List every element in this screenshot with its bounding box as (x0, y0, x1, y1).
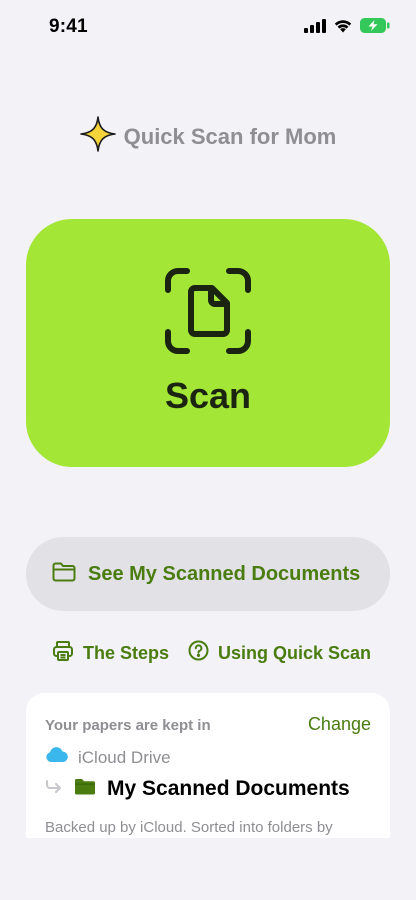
folder-icon (52, 562, 76, 587)
the-steps-link[interactable]: The Steps (52, 640, 169, 667)
folder-name: My Scanned Documents (107, 777, 350, 800)
folder-row: My Scanned Documents (45, 777, 350, 801)
folder-filled-icon (75, 778, 95, 800)
change-location-button[interactable]: Change (308, 714, 371, 735)
see-documents-button[interactable]: See My Scanned Documents (26, 537, 390, 611)
provider-row: iCloud Drive (45, 747, 171, 768)
see-documents-label: See My Scanned Documents (88, 562, 361, 585)
screen: 9:41 Quick Scan for Mom Scan See My Scan… (0, 0, 416, 900)
app-title: Quick Scan for Mom (0, 116, 416, 157)
question-circle-icon (188, 640, 209, 666)
bottom-edge (0, 838, 416, 900)
wifi-icon (333, 18, 353, 33)
scan-button-label: Scan (164, 375, 252, 416)
battery-charging-icon (360, 18, 390, 33)
status-time: 9:41 (49, 16, 88, 37)
using-quick-scan-link[interactable]: Using Quick Scan (188, 640, 371, 666)
provider-name: iCloud Drive (78, 747, 171, 767)
storage-note: Backed up by iCloud. Sorted into folders… (45, 819, 333, 836)
the-steps-label: The Steps (83, 643, 170, 663)
using-quick-scan-label: Using Quick Scan (218, 642, 372, 663)
status-bar: 9:41 (0, 0, 416, 54)
sparkle-icon (79, 116, 116, 157)
scan-button[interactable]: Scan (26, 219, 390, 467)
cellular-signal-icon (304, 18, 326, 33)
help-links: The Steps Using Quick Scan (0, 640, 416, 666)
status-icons (304, 18, 390, 33)
storage-header: Your papers are kept in Change (45, 714, 371, 736)
app-title-text: Quick Scan for Mom (123, 123, 337, 149)
printer-icon (52, 640, 74, 667)
icloud-icon (45, 747, 69, 768)
subfolder-arrow-icon (45, 779, 63, 800)
document-scan-icon (165, 268, 251, 359)
storage-caption: Your papers are kept in (45, 717, 211, 734)
